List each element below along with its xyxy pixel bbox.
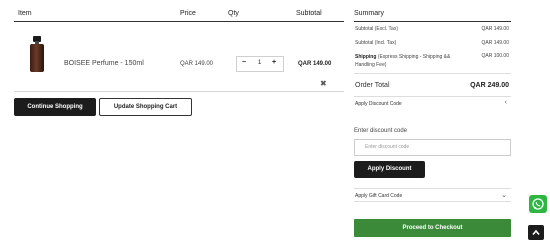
header-price: Price [180, 10, 196, 17]
product-image[interactable] [30, 36, 44, 72]
apply-discount-toggle[interactable]: Apply Discount Code ‹ [354, 97, 511, 111]
header-subtotal: Subtotal [296, 10, 322, 17]
quantity-input[interactable]: 1 [258, 60, 261, 66]
header-qty: Qty [228, 10, 239, 17]
summary-title: Summary [354, 8, 511, 22]
plus-icon[interactable]: + [272, 59, 276, 66]
proceed-to-checkout-button[interactable]: Proceed to Checkout [354, 219, 511, 237]
discount-field-label: Enter discount code [354, 128, 408, 134]
quantity-stepper: − 1 + [236, 56, 284, 72]
order-summary: Summary Subtotal (Excl. Tax) QAR 149.00 … [354, 8, 511, 111]
summary-row-shipping: Shipping (Express Shipping - Shipping &&… [354, 50, 511, 74]
product-name[interactable]: BOISEE Perfume - 150ml [64, 60, 144, 67]
continue-shopping-button[interactable]: Continue Shopping [14, 98, 96, 116]
discount-code-input[interactable]: Enter discount code [354, 139, 511, 156]
order-total: Order Total QAR 249.00 [354, 74, 511, 97]
cart-table: Item Price Qty Subtotal BOISEE Perfume -… [14, 8, 344, 92]
cart-table-header: Item Price Qty Subtotal [14, 8, 344, 22]
minus-icon[interactable]: − [242, 59, 246, 66]
row-subtotal: QAR 149.00 [298, 61, 332, 67]
summary-row-subtotal-excl: Subtotal (Excl. Tax) QAR 149.00 [355, 26, 509, 32]
product-price: QAR 149.00 [180, 61, 214, 67]
apply-discount-button[interactable]: Apply Discount [354, 161, 425, 178]
header-item: Item [18, 10, 32, 17]
cart-row: BOISEE Perfume - 150ml QAR 149.00 − 1 + … [14, 22, 344, 92]
chevron-down-icon: ⌄ [501, 192, 507, 199]
update-cart-button[interactable]: Update Shopping Cart [99, 98, 192, 116]
close-icon[interactable]: ✖ [320, 79, 327, 88]
chevron-left-icon: ‹ [504, 99, 507, 106]
apply-gift-card-toggle[interactable]: Apply Gift Card Code ⌄ [354, 188, 511, 202]
summary-row-subtotal-incl: Subtotal (Incl. Tax) QAR 149.00 [355, 40, 509, 46]
whatsapp-icon[interactable] [529, 195, 547, 213]
chevron-up-icon[interactable] [528, 225, 544, 240]
